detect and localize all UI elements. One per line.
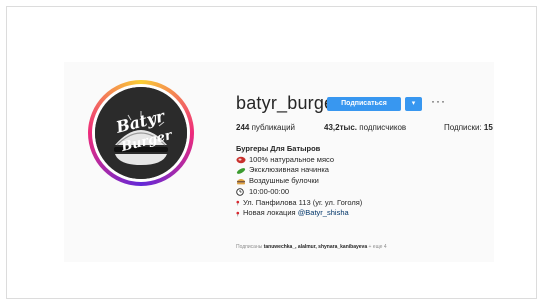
burger-icon <box>237 179 245 185</box>
mention-link[interactable]: @Batyr_shisha <box>298 208 349 219</box>
profile-header: Batyr Burger batyr_burger Подписаться ▾ … <box>64 62 494 262</box>
followers-stat[interactable]: 43,2тыс. подписчиков <box>324 123 406 132</box>
followers-label: подписчиков <box>359 123 407 132</box>
posts-stat: 244 публикаций <box>236 123 295 132</box>
bio-line: Ул. Панфилова 113 (уг. ул. Гоголя) <box>236 198 486 209</box>
following-label: Подписки: <box>444 123 482 132</box>
pin-icon <box>236 200 240 206</box>
suggestions-dropdown-button[interactable]: ▾ <box>405 97 422 111</box>
followed-by[interactable]: Подписаны tanuwechka_, alalmur, shynara_… <box>236 244 387 250</box>
posts-label: публикаций <box>251 123 296 132</box>
posts-count: 244 <box>236 123 250 132</box>
chevron-down-icon: ▾ <box>411 100 416 107</box>
clock-icon <box>236 188 244 196</box>
avatar: Batyr Burger <box>95 87 187 179</box>
following-count: 15 <box>483 123 493 132</box>
following-stat[interactable]: Подписки: 15 <box>444 123 493 132</box>
profile-stats: 244 публикаций 43,2тыс. подписчиков Подп… <box>236 123 493 135</box>
screenshot-frame: Batyr Burger batyr_burger Подписаться ▾ … <box>6 6 537 299</box>
avatar-story-ring[interactable]: Batyr Burger <box>88 80 194 186</box>
profile-username: batyr_burger <box>236 93 341 113</box>
bio-name: Бургеры Для Батыров <box>236 144 321 153</box>
bio-line: Эксклюзивная начинка <box>236 165 486 176</box>
followed-by-users: tanuwechka_, alalmur, shynara_kanibayeva <box>263 244 368 250</box>
profile-bio: Бургеры Для Батыров 100% натуральное мяс… <box>236 144 486 219</box>
bio-line: Воздушные булочки <box>236 176 486 187</box>
steak-icon <box>236 156 246 164</box>
bio-line: 10:00-00:00 <box>236 187 486 198</box>
pin-icon <box>236 211 240 216</box>
bio-line: Новая локация @Batyr_shisha <box>236 208 486 219</box>
follow-button[interactable]: Подписаться <box>327 97 401 111</box>
more-options-icon[interactable]: ··· <box>431 95 446 107</box>
followers-count: 43,2тыс. <box>324 123 357 132</box>
bio-line: 100% натуральное мясо <box>236 155 486 166</box>
batyr-burger-logo-icon: Batyr Burger <box>95 87 187 179</box>
cucumber-icon <box>236 167 246 174</box>
